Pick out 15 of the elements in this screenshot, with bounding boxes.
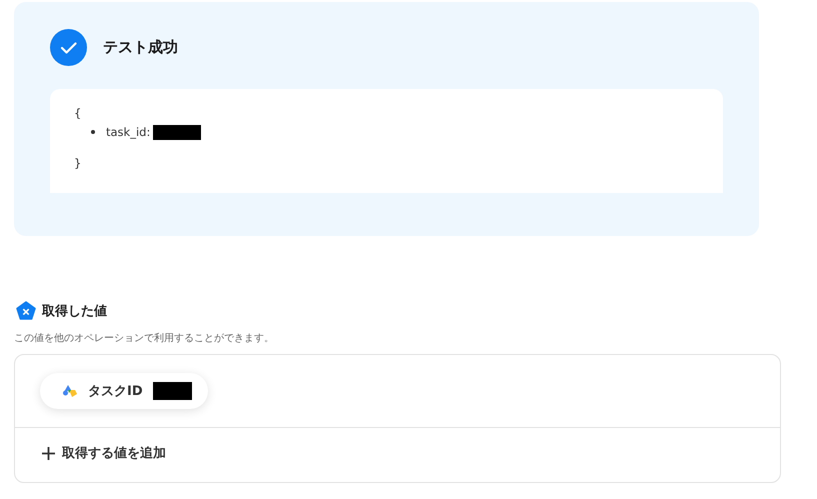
redaction-bar [152,382,192,400]
check-icon [50,28,87,66]
section-description: この値を他のオペレーションで利用することができます。 [14,332,274,345]
app-logo-icon [62,384,78,398]
add-value-button[interactable]: 取得する値を追加 [42,444,166,462]
redaction-bar [153,124,202,140]
plus-icon [42,446,55,460]
brace-text: } [74,155,82,171]
section-title: 取得した値 [42,303,107,320]
bullet-dot [91,130,95,134]
key-text: task_id: [106,124,150,141]
pentagon-x-icon [16,301,36,321]
brace-text: { [74,105,82,121]
value-chip[interactable]: タスクID [40,373,208,409]
panel-title: テスト成功 [103,38,178,56]
